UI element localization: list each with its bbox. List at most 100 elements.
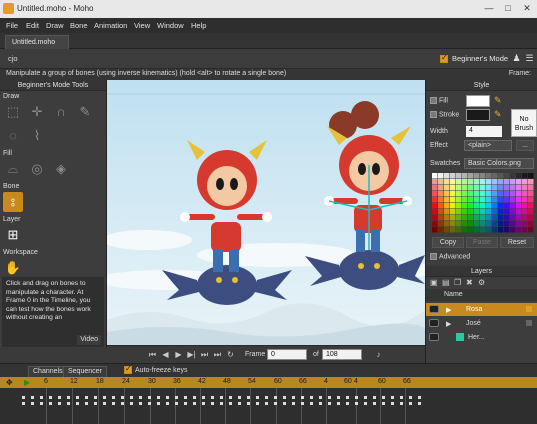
palette-swatch[interactable] [444,203,450,209]
palette-swatch[interactable] [462,227,468,233]
palette-swatch[interactable] [486,221,492,227]
palette-swatch[interactable] [450,197,456,203]
keyframe-marker[interactable] [184,396,187,399]
palette-swatch[interactable] [438,203,444,209]
keyframe-marker[interactable] [310,402,313,405]
fill-checkbox[interactable] [430,97,437,104]
keyframe-marker[interactable] [193,402,196,405]
palette-swatch[interactable] [492,203,498,209]
keyframe-marker[interactable] [310,396,313,399]
palette-swatch[interactable] [522,185,528,191]
volume-icon[interactable]: ♪ [373,350,384,360]
keyframe-marker[interactable] [85,396,88,399]
palette-swatch[interactable] [438,191,444,197]
canvas[interactable] [107,80,425,345]
palette-swatch[interactable] [432,185,438,191]
palette-swatch[interactable] [498,209,504,215]
autofreeze-toggle[interactable]: Auto-freeze keys [124,364,188,374]
palette-swatch[interactable] [444,185,450,191]
palette-swatch[interactable] [444,197,450,203]
palette-swatch[interactable] [510,185,516,191]
palette-swatch[interactable] [462,215,468,221]
keyframe-marker[interactable] [166,402,169,405]
keyframe-marker[interactable] [220,396,223,399]
keyframe-marker[interactable] [346,402,349,405]
keyframe-marker[interactable] [382,396,385,399]
keyframe-marker[interactable] [175,396,178,399]
palette-swatch[interactable] [480,197,486,203]
curvature-icon[interactable]: ∩ [51,102,71,122]
document-tab[interactable]: Untitled.moho [5,35,69,49]
lasso-icon[interactable]: ◌ [3,126,23,146]
keyframe-marker[interactable] [130,402,133,405]
palette-swatch[interactable] [510,215,516,221]
keyframe-marker[interactable] [103,396,106,399]
palette-swatch[interactable] [504,197,510,203]
palette-swatch[interactable] [516,197,522,203]
keyframe-marker[interactable] [328,396,331,399]
keyframe-marker[interactable] [202,396,205,399]
tool-option-label[interactable]: cjo [8,54,18,63]
palette-swatch[interactable] [456,197,462,203]
palette-swatch[interactable] [438,221,444,227]
keyframe-marker[interactable] [292,402,295,405]
fill-eyedropper-icon[interactable]: ✎ [494,95,502,106]
palette-swatch[interactable] [474,191,480,197]
palette-swatch[interactable] [444,191,450,197]
palette-swatch[interactable] [528,203,534,209]
palette-swatch[interactable] [486,179,492,185]
palette-swatch[interactable] [444,209,450,215]
palette-swatch[interactable] [432,209,438,215]
palette-swatch[interactable] [474,185,480,191]
keyframe-marker[interactable] [229,402,232,405]
palette-swatch[interactable] [522,209,528,215]
palette-swatch[interactable] [438,209,444,215]
palette-swatch[interactable] [510,173,516,179]
palette-swatch[interactable] [474,221,480,227]
palette-swatch[interactable] [510,209,516,215]
palette-swatch[interactable] [444,179,450,185]
palette-swatch[interactable] [456,203,462,209]
keyframe-marker[interactable] [328,402,331,405]
paint-bucket-icon[interactable]: ◈ [51,159,71,179]
palette-swatch[interactable] [462,191,468,197]
palette-swatch[interactable] [468,221,474,227]
keyframe-marker[interactable] [400,396,403,399]
palette-swatch[interactable] [528,221,534,227]
keyframe-marker[interactable] [220,402,223,405]
palette-swatch[interactable] [528,227,534,233]
new-layer-icon[interactable]: ▣ [430,278,438,287]
keyframe-marker[interactable] [319,396,322,399]
palette-swatch[interactable] [468,197,474,203]
palette-swatch[interactable] [456,209,462,215]
palette-swatch[interactable] [450,221,456,227]
palette-swatch[interactable] [504,221,510,227]
palette-swatch[interactable] [480,191,486,197]
keyframe-marker[interactable] [94,396,97,399]
palette-swatch[interactable] [450,215,456,221]
keyframe-marker[interactable] [157,396,160,399]
keyframe-marker[interactable] [337,402,340,405]
palette-swatch[interactable] [522,179,528,185]
layer-row[interactable]: ▶ José [426,317,537,330]
keyframe-marker[interactable] [139,402,142,405]
palette-swatch[interactable] [450,173,456,179]
palette-swatch[interactable] [450,227,456,233]
palette-swatch[interactable] [528,191,534,197]
step-forward-icon[interactable]: ▶| [186,350,197,360]
reset-button[interactable]: Reset [500,237,534,248]
palette-swatch[interactable] [432,179,438,185]
transform-layer-icon[interactable]: ⊞ [3,225,23,245]
palette-swatch[interactable] [516,209,522,215]
keyframe-marker[interactable] [22,402,25,405]
keyframe-marker[interactable] [301,402,304,405]
palette-swatch[interactable] [498,197,504,203]
fill-color-swatch[interactable] [466,95,490,107]
palette-swatch[interactable] [504,179,510,185]
timeline-ruler[interactable]: ✥ ▶ 6 12 18 24 30 36 42 48 54 60 66 4 60… [0,377,537,388]
palette-swatch[interactable] [516,185,522,191]
palette-swatch[interactable] [438,179,444,185]
keyframe-marker[interactable] [373,402,376,405]
palette-swatch[interactable] [456,227,462,233]
menu-file[interactable]: File [6,21,18,30]
